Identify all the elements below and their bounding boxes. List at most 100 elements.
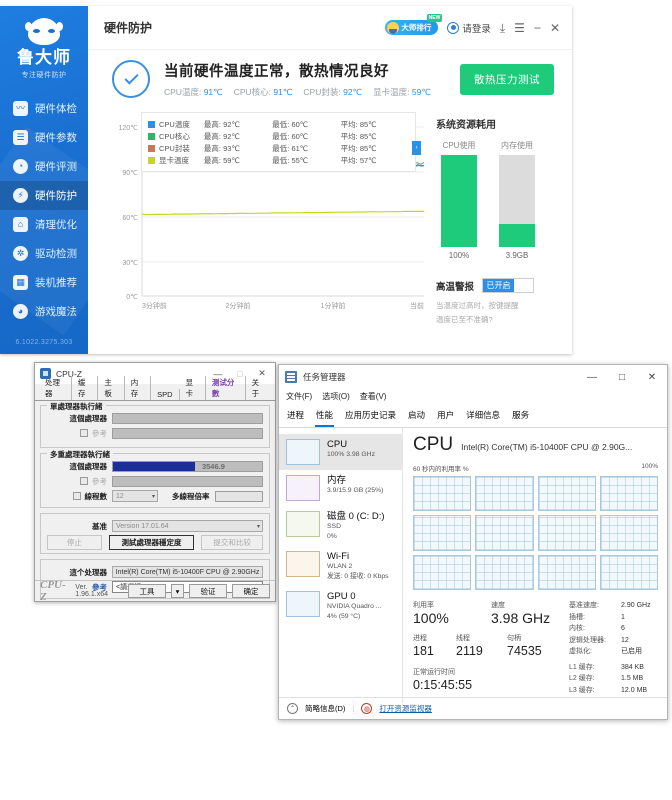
tab-spd[interactable]: SPD <box>151 389 180 400</box>
taskmgr-close-icon[interactable]: ✕ <box>637 366 667 389</box>
tab-mainboard[interactable]: 主板 <box>98 376 125 400</box>
metric-value: 91℃ <box>203 87 223 97</box>
spec-label: 虚拟化: <box>569 648 592 655</box>
open-resource-monitor-link[interactable]: 打开资源监视器 <box>379 703 432 714</box>
login-button[interactable]: 请登录 <box>447 21 491 35</box>
taskmgr-minimize-icon[interactable]: — <box>577 366 607 389</box>
sidebar-item-label: 硬件体检 <box>35 103 77 115</box>
tab-services[interactable]: 服务 <box>511 407 530 427</box>
threads-checkbox[interactable] <box>72 492 81 500</box>
bench-group: 基准 Version 17.01.64 停止 測試處理器穩定度 提交和比较 <box>40 513 270 554</box>
legend-avg-value: 85℃ <box>359 143 377 153</box>
stat-value: 3.98 GHz <box>491 610 551 626</box>
high-temp-alert-toggle[interactable]: 已开启 <box>482 278 535 293</box>
resource-panel-title: 系统资源耗用 <box>436 120 496 131</box>
taskmgr-maximize-icon[interactable]: □ <box>607 366 637 389</box>
tab-graphics[interactable]: 显卡 <box>180 376 206 400</box>
multi-score-value: 3546.9 <box>201 461 225 471</box>
tools-button[interactable]: 工具 <box>128 584 166 598</box>
collapse-chevron-icon[interactable]: ⌃ <box>287 703 298 714</box>
bench-version-select[interactable]: Version 17.01.64 <box>112 520 263 532</box>
legend-collapse-toggle[interactable]: ‹ <box>412 141 421 155</box>
svg-text:1分钟前: 1分钟前 <box>321 301 346 310</box>
page-title: 硬件防护 <box>104 21 153 35</box>
core-graph-cell <box>413 554 472 590</box>
brief-info-button[interactable]: 简略信息(D) <box>305 703 345 714</box>
core-graph-cell <box>475 515 534 551</box>
resource-monitor-icon: ◍ <box>361 703 373 714</box>
taskmgr-content: CPU 100% 3.98 GHz 内存 3.9/15.9 GB (25%) 磁… <box>279 428 667 703</box>
memory-usage-value: 3.9GB <box>505 251 529 260</box>
hamburger-icon[interactable]: ☰ <box>514 22 525 34</box>
sidebar-item-hardware-benchmark[interactable]: ◔ 硬件评测 <box>0 152 88 181</box>
sidebar-item-hardware-params[interactable]: ☰ 硬件参数 <box>0 123 88 152</box>
brand-tagline: 专注硬件防护 <box>21 72 67 79</box>
tab-details[interactable]: 详细信息 <box>465 407 501 427</box>
validate-button[interactable]: 验证 <box>189 584 227 598</box>
detail-model: Intel(R) Core(TM) i5-10400F CPU @ 2.90G.… <box>461 442 633 452</box>
tab-processes[interactable]: 进程 <box>286 407 305 427</box>
tools-dropdown-icon[interactable]: ▾ <box>171 584 184 598</box>
download-icon[interactable]: ⤓ <box>500 22 505 34</box>
tab-processor[interactable]: 处理器 <box>39 376 73 400</box>
ludashi-sidebar: 鲁大师 专注硬件防护 〰 硬件体检 ☰ 硬件参数 ◔ 硬件评测 ⚡ 硬件防护 ⌂ <box>0 6 88 354</box>
stress-test-button[interactable]: 散热压力测试 <box>460 63 554 95</box>
stability-test-button[interactable]: 測試處理器穩定度 <box>108 534 195 550</box>
minimize-icon[interactable]: − <box>534 22 541 34</box>
resource-item-gpu[interactable]: GPU 0 NVIDIA Quadro ... 4% (59 °C) <box>279 586 402 626</box>
sidebar-item-hardware-protect[interactable]: ⚡ 硬件防护 <box>0 181 88 210</box>
sidebar-item-game-magic[interactable]: ◕ 游戏魔法 <box>0 297 88 326</box>
temperature-chart: CPU温度 最高: 92℃ 最低: 60℃ 平均: 85℃ CPU核心 最高: … <box>108 108 426 326</box>
resource-item-memory[interactable]: 内存 3.9/15.9 GB (25%) <box>279 470 402 506</box>
spec-label: L2 缓存: <box>569 675 595 682</box>
menu-view[interactable]: 查看(V) <box>360 391 387 402</box>
sidebar-item-clean-optimize[interactable]: ⌂ 清理优化 <box>0 210 88 239</box>
sidebar-nav: 〰 硬件体检 ☰ 硬件参数 ◔ 硬件评测 ⚡ 硬件防护 ⌂ 清理优化 ✲ 驱动检… <box>0 94 88 326</box>
sidebar-item-hardware-check[interactable]: 〰 硬件体检 <box>0 94 88 123</box>
stop-button[interactable]: 停止 <box>47 534 102 550</box>
core-graph-cell <box>413 515 472 551</box>
new-flag: NEW <box>426 14 443 22</box>
ludashi-mascot-icon <box>25 18 63 45</box>
submit-compare-button[interactable]: 提交和比较 <box>201 534 264 550</box>
wave-icon: 〰 <box>13 101 28 116</box>
tab-cache[interactable]: 缓存 <box>72 376 99 400</box>
tab-app-history[interactable]: 应用历史记录 <box>344 407 397 427</box>
tab-about[interactable]: 关于 <box>246 376 271 400</box>
legend-max-label: 最高: <box>203 155 222 165</box>
multi-thread-legend: 多重處理器執行緒 <box>47 449 113 460</box>
cpuz-footer-version: Ver. 1.96.1.x64 <box>75 584 108 598</box>
sidebar-item-driver-check[interactable]: ✲ 驱动检测 <box>0 239 88 268</box>
stat-label: 正常运行时间 <box>413 669 455 676</box>
high-temp-alert-label: 高温警报 <box>436 281 475 293</box>
rank-label: 大师排行 <box>401 23 432 32</box>
ok-button[interactable]: 确定 <box>232 584 270 598</box>
master-rank-badge[interactable]: 大师排行 NEW <box>385 14 443 35</box>
metric-label: CPU核心: <box>233 87 272 97</box>
close-icon[interactable]: ✕ <box>550 22 560 34</box>
menu-options[interactable]: 选项(O) <box>322 391 350 402</box>
status-metrics: CPU温度: 91℃ CPU核心: 91℃ CPU封装: 92℃ 显卡温度: 5… <box>164 86 431 98</box>
user-avatar-icon <box>447 21 460 34</box>
threads-select[interactable]: 12 <box>112 490 158 502</box>
tab-users[interactable]: 用户 <box>436 407 455 427</box>
metric-value: 91℃ <box>273 87 293 97</box>
resource-item-disk[interactable]: 磁盘 0 (C: D:) SSD 0% <box>279 506 402 546</box>
single-ref-checkbox[interactable] <box>80 429 88 437</box>
sidebar-item-label: 硬件防护 <box>35 190 77 202</box>
resource-panel: 系统资源耗用 CPU使用 100% 内存使用 3.9GB 高温警报 已开启 当温… <box>436 108 556 326</box>
tab-memory[interactable]: 内存 <box>125 376 152 400</box>
stat-value: 74535 <box>507 644 542 658</box>
core-graph-grid <box>413 476 658 590</box>
tab-performance[interactable]: 性能 <box>315 407 335 427</box>
sidebar-item-build-recommend[interactable]: ▦ 装机推荐 <box>0 268 88 297</box>
tab-startup[interactable]: 启动 <box>407 407 426 427</box>
tab-bench[interactable]: 测试分數 <box>206 376 246 400</box>
menu-file[interactable]: 文件(F) <box>286 391 312 402</box>
multi-ref-checkbox[interactable] <box>80 477 88 485</box>
core-graph-cell <box>537 554 596 590</box>
resource-item-cpu[interactable]: CPU 100% 3.98 GHz <box>279 434 402 470</box>
resource-item-wifi[interactable]: Wi-Fi WLAN 2 发送: 0 接收: 0 Kbps <box>279 546 402 586</box>
legend-min-value: 61℃ <box>291 143 309 153</box>
resource-sub2: 0% <box>327 532 337 540</box>
